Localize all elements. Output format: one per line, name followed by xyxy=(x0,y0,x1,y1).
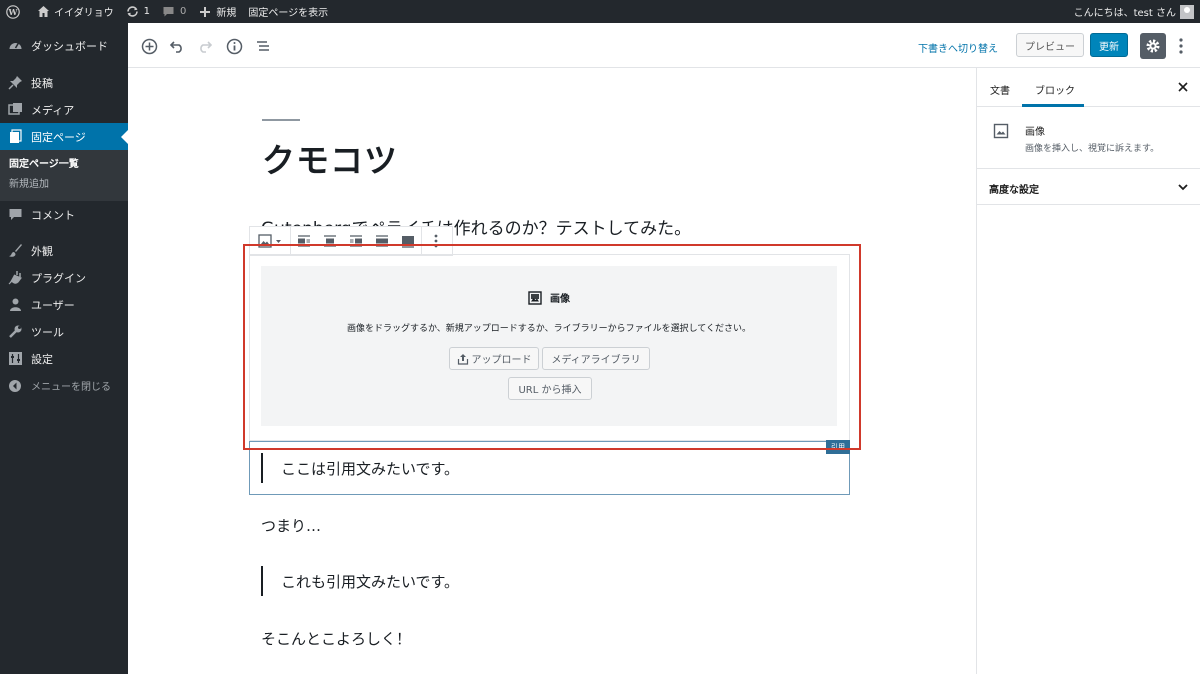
wordpress-logo[interactable]: W xyxy=(0,0,30,23)
dashboard-icon xyxy=(7,38,23,54)
refresh-icon xyxy=(126,5,140,19)
close-settings-button[interactable] xyxy=(1176,80,1190,94)
comment-icon xyxy=(162,5,176,19)
comments-count: 0 xyxy=(179,6,187,17)
wrench-icon xyxy=(7,324,23,340)
quote-text[interactable]: ここは引用文みたいです。 xyxy=(281,458,459,479)
content-info-button[interactable] xyxy=(225,37,243,55)
sidebar-item-users[interactable]: ユーザー xyxy=(0,291,128,318)
collapse-icon xyxy=(7,378,23,394)
sidebar-item-label: 投稿 xyxy=(31,76,53,90)
settings-toggle-button[interactable] xyxy=(1140,33,1166,59)
list-icon xyxy=(257,41,269,51)
sidebar-item-plugins[interactable]: プラグイン xyxy=(0,264,128,291)
preview-button[interactable]: プレビュー xyxy=(1016,33,1084,57)
undo-icon xyxy=(169,41,182,53)
sidebar-item-label: コメント xyxy=(31,208,75,222)
tab-block[interactable]: ブロック xyxy=(1035,82,1075,97)
home-icon xyxy=(36,5,50,19)
sidebar-item-media[interactable]: メディア xyxy=(0,96,128,123)
updates-count: 1 xyxy=(143,6,150,17)
title-separator xyxy=(262,119,300,121)
comments-link[interactable]: 0 xyxy=(156,0,192,23)
submenu-add-new[interactable]: 新規追加 xyxy=(0,175,128,195)
wordpress-icon: W xyxy=(6,4,20,19)
pin-icon xyxy=(7,75,23,91)
quote-border xyxy=(261,566,263,596)
image-icon xyxy=(993,123,1009,143)
sidebar-item-posts[interactable]: 投稿 xyxy=(0,69,128,96)
user-icon xyxy=(7,297,23,313)
sidebar-item-label: ツール xyxy=(31,325,64,339)
editor-canvas: クモコツ Gutenbergでペライチは作れるのか？テストしてみた。 画像 画像… xyxy=(128,68,976,674)
redo-button[interactable] xyxy=(196,37,214,55)
sidebar-item-label: メディア xyxy=(31,103,75,117)
sidebar-item-label: ユーザー xyxy=(31,298,75,312)
sidebar-item-label: 固定ページ xyxy=(31,130,86,144)
admin-sidebar: ダッシュボード 投稿 メディア 固定ページ 固定ページ一覧 新規追加 コメント … xyxy=(0,23,128,674)
editor-toolbar: 下書きへ切り替え プレビュー 更新 xyxy=(128,23,1200,68)
avatar xyxy=(1180,4,1194,19)
sidebar-item-label: プラグイン xyxy=(31,271,86,285)
sidebar-item-pages[interactable]: 固定ページ xyxy=(0,123,128,150)
annotation-highlight xyxy=(243,244,861,450)
brush-icon xyxy=(7,243,23,259)
settings-tabs: 文書 ブロック xyxy=(977,68,1200,107)
post-title[interactable]: クモコツ xyxy=(262,134,398,182)
svg-text:W: W xyxy=(8,7,19,17)
more-vertical-icon xyxy=(1179,38,1183,54)
paragraph-block[interactable]: つまり… xyxy=(261,515,321,536)
admin-bar: W イイダリョウ 1 0 新規 固定ページを表示 こんにちは、test さん xyxy=(0,0,1200,23)
submenu-all-pages[interactable]: 固定ページ一覧 xyxy=(0,155,128,175)
switch-to-draft-link[interactable]: 下書きへ切り替え xyxy=(918,40,998,55)
block-card-description: 画像を挿入し、視覚に訴えます。 xyxy=(1025,144,1160,154)
updates-link[interactable]: 1 xyxy=(120,0,156,23)
block-card xyxy=(977,107,1200,169)
new-content-link[interactable]: 新規 xyxy=(192,0,242,23)
view-page-link[interactable]: 固定ページを表示 xyxy=(242,0,334,23)
plus-icon xyxy=(198,5,212,19)
page-icon xyxy=(7,129,23,145)
paragraph-block[interactable]: そこんとこよろしく！ xyxy=(261,628,411,649)
site-name-link[interactable]: イイダリョウ xyxy=(30,0,120,23)
sidebar-item-label: 設定 xyxy=(31,352,53,366)
sidebar-item-tools[interactable]: ツール xyxy=(0,318,128,345)
sidebar-item-dashboard[interactable]: ダッシュボード xyxy=(0,32,128,59)
undo-button[interactable] xyxy=(168,37,186,55)
settings-sidebar: 文書 ブロック 画像 画像を挿入し、視覚に訴えます。 高度な設定 xyxy=(976,68,1200,674)
view-page-label: 固定ページを表示 xyxy=(248,8,329,19)
info-icon xyxy=(226,38,242,54)
my-account-link[interactable]: こんにちは、test さん xyxy=(1068,0,1200,23)
chevron-down-icon xyxy=(1176,180,1190,194)
block-card-title: 画像 xyxy=(1025,127,1045,138)
greeting-text: こんにちは、test さん xyxy=(1073,8,1176,19)
sidebar-item-comments[interactable]: コメント xyxy=(0,201,128,228)
plus-circle-icon xyxy=(141,38,157,54)
sidebar-item-label: ダッシュボード xyxy=(31,39,108,53)
plugin-icon xyxy=(7,270,23,286)
update-button[interactable]: 更新 xyxy=(1090,33,1128,57)
comment-icon xyxy=(7,207,23,223)
redo-icon xyxy=(200,41,213,53)
sidebar-item-label: 外観 xyxy=(31,244,53,258)
site-name: イイダリョウ xyxy=(54,8,114,19)
add-block-button[interactable] xyxy=(140,37,158,55)
advanced-settings-panel[interactable]: 高度な設定 xyxy=(977,169,1200,205)
sidebar-item-settings[interactable]: 設定 xyxy=(0,345,128,372)
tab-document[interactable]: 文書 xyxy=(990,82,1010,97)
settings-icon xyxy=(7,351,23,367)
media-icon xyxy=(7,102,23,118)
collapse-menu-label: メニューを閉じる xyxy=(31,382,111,393)
pages-submenu: 固定ページ一覧 新規追加 xyxy=(0,150,128,201)
quote-border xyxy=(261,453,263,483)
more-tools-button[interactable] xyxy=(1174,36,1188,56)
quote-text[interactable]: これも引用文みたいです。 xyxy=(281,571,459,592)
advanced-settings-label: 高度な設定 xyxy=(989,185,1039,196)
sidebar-item-appearance[interactable]: 外観 xyxy=(0,237,128,264)
new-label: 新規 xyxy=(216,8,237,19)
block-navigation-button[interactable] xyxy=(254,37,272,55)
close-icon xyxy=(1178,82,1188,92)
collapse-menu-button[interactable]: メニューを閉じる xyxy=(0,372,128,399)
gear-icon xyxy=(1146,39,1160,53)
